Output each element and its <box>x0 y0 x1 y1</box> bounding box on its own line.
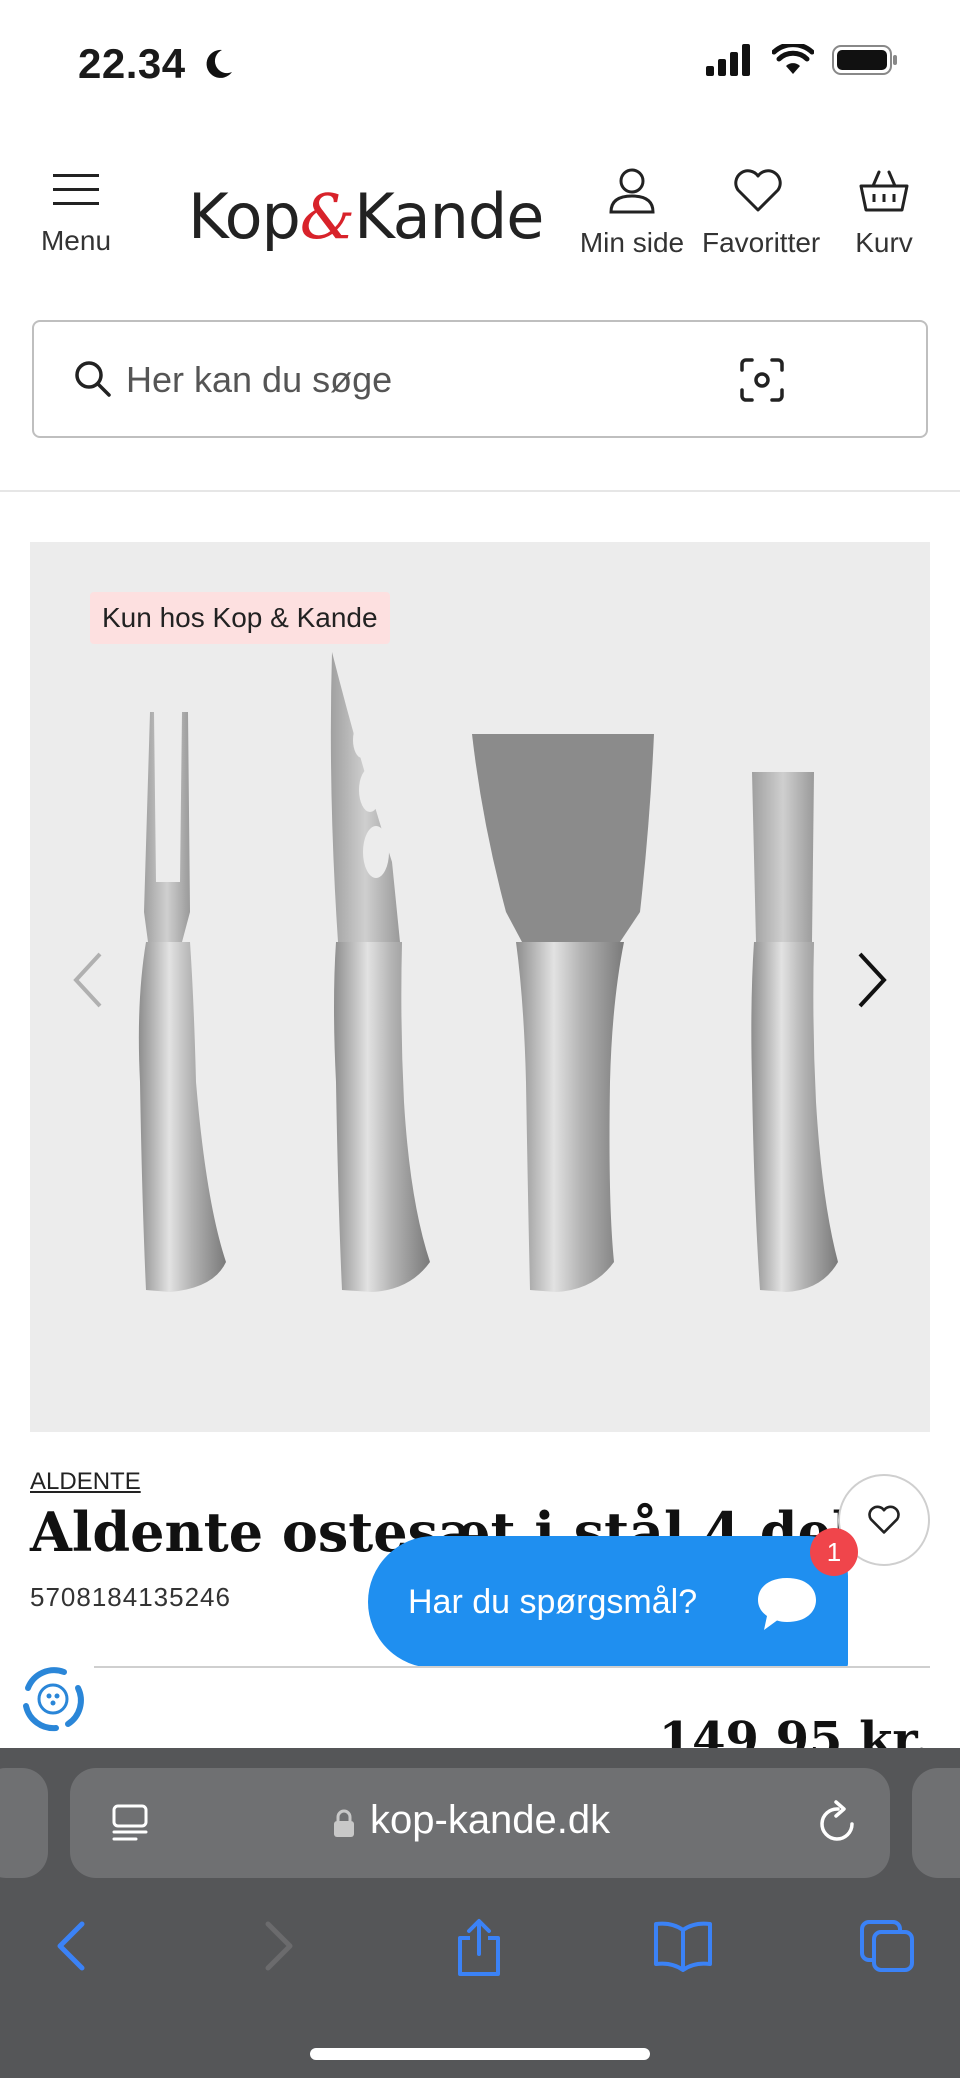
cheese-fork <box>138 712 226 1292</box>
forward-icon[interactable] <box>258 1918 298 1974</box>
share-icon[interactable] <box>452 1918 506 1978</box>
site-logo[interactable]: Kop&Kande <box>188 180 544 253</box>
chat-button[interactable]: Har du spørgsmål? <box>368 1536 848 1668</box>
heart-icon <box>868 1505 900 1534</box>
browser-chrome: kop-kande.dk <box>0 1748 960 2078</box>
chat-bubble-icon <box>758 1578 816 1630</box>
logo-ampersand: & <box>299 180 355 253</box>
previous-tab-preview[interactable] <box>0 1768 48 1878</box>
brand-link[interactable]: ALDENTE <box>30 1468 141 1496</box>
wifi-icon <box>772 44 814 74</box>
product-image-carousel[interactable]: Kun hos Kop & Kande <box>30 542 930 1432</box>
product-price: 149,95 kr. <box>658 1712 930 1750</box>
browser-toolbar <box>0 1908 960 2008</box>
header-divider <box>0 490 960 492</box>
info-divider <box>94 1666 930 1668</box>
accessibility-widget-icon[interactable] <box>16 1662 90 1736</box>
status-time: 22.34 <box>78 40 186 87</box>
menu-button[interactable]: Menu <box>36 170 116 257</box>
logo-text-right: Kande <box>354 180 544 253</box>
address-bar[interactable]: kop-kande.dk <box>70 1768 890 1878</box>
product-sku: 5708184135246 <box>30 1582 231 1612</box>
cheese-spatula <box>472 734 654 1292</box>
product-photo <box>138 652 838 1292</box>
signal-icon <box>706 44 750 76</box>
cheese-knife <box>330 652 430 1292</box>
page-menu-icon[interactable] <box>110 1802 150 1842</box>
search-input[interactable] <box>126 350 726 410</box>
hamburger-icon <box>53 174 99 205</box>
search-icon <box>75 361 111 397</box>
account-button[interactable]: Min side <box>576 168 688 259</box>
next-tab-preview[interactable] <box>912 1768 960 1878</box>
reload-icon[interactable] <box>816 1798 860 1846</box>
cheese-plane-knife <box>751 772 838 1292</box>
favorites-label: Favoritter <box>702 227 821 258</box>
moon-icon <box>206 49 232 78</box>
exclusive-badge: Kun hos Kop & Kande <box>90 592 390 644</box>
bookmarks-icon[interactable] <box>652 1918 714 1974</box>
account-label: Min side <box>579 227 685 258</box>
header-actions: Min side Favoritter Kurv <box>576 168 940 259</box>
status-bar: 22.34 <box>0 0 960 130</box>
chat-label: Har du spørgsmål? <box>408 1582 698 1621</box>
logo-text-left: Kop <box>188 180 301 253</box>
tabs-icon[interactable] <box>858 1918 916 1974</box>
status-indicators <box>706 44 900 76</box>
heart-icon <box>734 169 782 212</box>
url-text: kop-kande.dk <box>370 1798 611 1842</box>
chat-unread-badge: 1 <box>810 1528 858 1576</box>
favorites-button[interactable]: Favoritter <box>702 168 821 259</box>
carousel-next-icon[interactable] <box>854 950 890 1010</box>
visual-search-icon[interactable] <box>738 356 786 404</box>
cart-label: Kurv <box>855 227 913 258</box>
lock-icon <box>334 1809 354 1837</box>
home-indicator[interactable] <box>310 2048 650 2060</box>
battery-icon <box>832 45 897 75</box>
site-header: Menu Kop&Kande Min side Favoritter Kurv <box>0 160 960 280</box>
search-box[interactable] <box>32 320 928 438</box>
back-icon[interactable] <box>52 1918 92 1974</box>
cart-button[interactable]: Kurv <box>828 168 940 259</box>
user-icon <box>609 168 655 214</box>
menu-label: Menu <box>40 225 112 256</box>
carousel-prev-icon[interactable] <box>70 950 106 1010</box>
basket-icon <box>859 170 909 212</box>
